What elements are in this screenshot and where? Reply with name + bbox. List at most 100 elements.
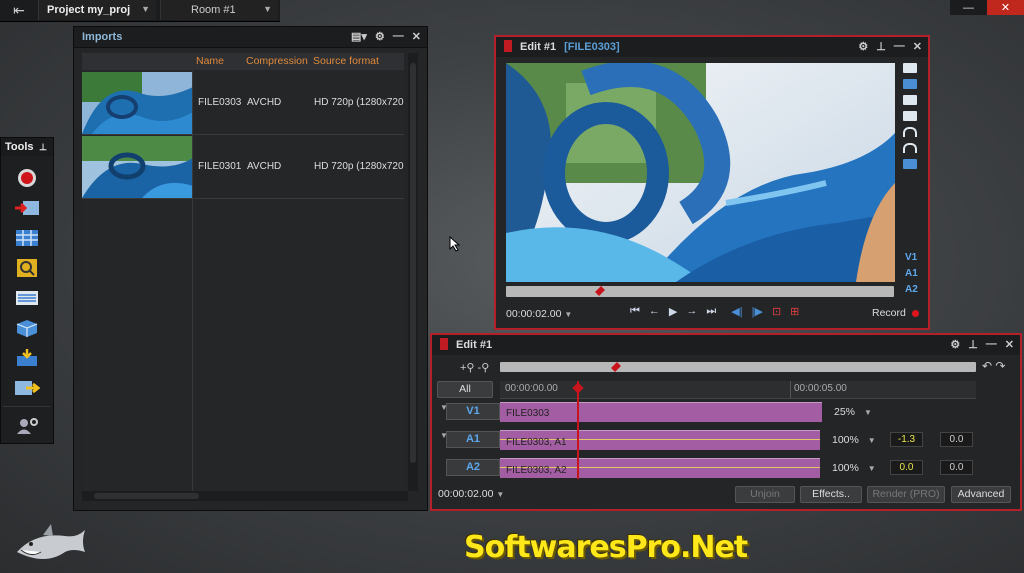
- video-preview[interactable]: [506, 63, 895, 282]
- gain-field-a1[interactable]: 0.0: [940, 432, 973, 447]
- track-header-a2[interactable]: A2: [446, 459, 500, 476]
- thumbnail: [82, 72, 193, 134]
- minimize-icon[interactable]: —: [894, 40, 905, 53]
- cube-icon[interactable]: [14, 318, 40, 338]
- effects-button[interactable]: Effects..: [800, 486, 862, 503]
- view-mode-icon[interactable]: ▤▾: [351, 30, 367, 43]
- settings-icon[interactable]: ⚙: [375, 30, 385, 43]
- go-start-icon[interactable]: ⏮: [630, 305, 640, 318]
- imports-header: Name Compression Source format: [82, 53, 404, 70]
- mouse-cursor-icon: [449, 236, 461, 252]
- input-icon[interactable]: [14, 198, 40, 218]
- step-back-icon[interactable]: ←: [649, 305, 660, 318]
- viewer-timecode[interactable]: 00:00:02.00 ▼: [506, 308, 572, 320]
- viewer-side-toolbar: [903, 63, 921, 175]
- settings-icon[interactable]: ⚙: [858, 40, 868, 53]
- pin-icon[interactable]: ⊥: [968, 338, 978, 351]
- go-end-icon[interactable]: ⏭: [706, 305, 716, 318]
- track-header-a1[interactable]: A1: [446, 431, 500, 448]
- playhead-marker[interactable]: [595, 286, 605, 296]
- window-icon[interactable]: [903, 111, 917, 121]
- fullscreen-icon[interactable]: [903, 95, 917, 105]
- video-clip[interactable]: FILE0303: [500, 402, 822, 422]
- prev-edit-icon[interactable]: ◀|: [731, 305, 742, 318]
- top-bar: ⇤ Project my_proj ▼ Room #1 ▼: [0, 0, 280, 22]
- list-item[interactable]: FILE0301 AVCHD HD 720p (1280x720: [82, 135, 404, 199]
- exit-icon[interactable]: ⇤: [4, 0, 34, 20]
- timeline-overview-bar[interactable]: [500, 362, 976, 372]
- settings-icon[interactable]: ⚙: [950, 338, 960, 351]
- unjoin-button[interactable]: Unjoin: [735, 486, 795, 503]
- close-button[interactable]: ✕: [987, 0, 1024, 15]
- col-source-format[interactable]: Source format: [313, 53, 403, 70]
- bookmark-icon: [440, 338, 448, 350]
- pan-field-a2[interactable]: 0.0: [890, 460, 923, 475]
- bookmark-icon: [504, 40, 512, 52]
- timeline-timecode[interactable]: 00:00:02.00 ▼: [438, 488, 504, 500]
- mark-out-icon[interactable]: [903, 143, 917, 153]
- step-forward-icon[interactable]: →: [686, 305, 697, 318]
- close-icon[interactable]: ✕: [412, 30, 421, 43]
- watermark-text: SoftwaresPro.Net: [464, 530, 748, 565]
- pin-icon[interactable]: ⊥: [39, 142, 47, 153]
- render-button[interactable]: Render (PRO): [867, 486, 945, 503]
- insert-icon[interactable]: ⊡: [772, 305, 781, 318]
- play-icon[interactable]: ▶: [669, 305, 677, 318]
- export-icon[interactable]: [14, 378, 40, 398]
- close-icon[interactable]: ✕: [913, 40, 922, 53]
- upload-icon[interactable]: [903, 159, 917, 169]
- advanced-button[interactable]: Advanced: [951, 486, 1011, 503]
- col-compression[interactable]: Compression: [246, 53, 313, 70]
- horizontal-scrollbar[interactable]: [82, 491, 408, 501]
- undo-icon[interactable]: ↶: [982, 359, 992, 373]
- pan-field-a1[interactable]: -1.3: [890, 432, 923, 447]
- record-button[interactable]: Record: [872, 307, 919, 319]
- user-settings-icon[interactable]: [14, 416, 40, 436]
- close-icon[interactable]: ✕: [1005, 338, 1014, 351]
- zoom-in-icon[interactable]: +⚲: [460, 362, 474, 374]
- layout-icon[interactable]: [903, 79, 917, 89]
- viewer-title: Edit #1: [520, 41, 557, 53]
- playhead-marker[interactable]: [611, 362, 621, 372]
- track-label-a1[interactable]: A1: [905, 268, 918, 279]
- redo-icon[interactable]: ↷: [995, 359, 1005, 373]
- zoom-out-icon[interactable]: -⚲: [478, 362, 490, 374]
- render-icon[interactable]: [14, 348, 40, 368]
- audio-clip-a2[interactable]: FILE0303, A2: [500, 458, 820, 478]
- minimize-button[interactable]: —: [950, 0, 987, 15]
- track-header-v1[interactable]: V1: [446, 403, 500, 420]
- folder-icon[interactable]: [903, 63, 917, 73]
- overwrite-icon[interactable]: ⊞: [790, 305, 799, 318]
- room-selector[interactable]: Room #1 ▼: [160, 0, 278, 20]
- track-level-a1[interactable]: 100% ▼: [832, 434, 876, 446]
- viewer-scrubber[interactable]: [506, 286, 894, 297]
- col-name[interactable]: Name: [196, 53, 246, 70]
- edit-icon[interactable]: [14, 228, 40, 248]
- vertical-scrollbar[interactable]: [408, 53, 418, 491]
- minimize-icon[interactable]: —: [986, 338, 997, 351]
- chevron-down-icon: ▼: [867, 464, 876, 473]
- mark-in-icon[interactable]: [903, 127, 917, 137]
- next-edit-icon[interactable]: |▶: [752, 305, 763, 318]
- imports-title: Imports: [82, 31, 123, 43]
- project-selector[interactable]: Project my_proj ▼: [38, 0, 156, 20]
- record-dot-icon: [911, 309, 919, 317]
- timeline-ruler[interactable]: 00:00:00.00 00:00:05.00: [500, 381, 976, 399]
- track-label-v1[interactable]: V1: [905, 252, 917, 263]
- audio-clip-a1[interactable]: FILE0303, A1: [500, 430, 820, 450]
- record-icon[interactable]: [14, 168, 40, 188]
- all-tracks-button[interactable]: All: [437, 381, 493, 398]
- track-label-a2[interactable]: A2: [905, 284, 918, 295]
- shark-logo: [17, 524, 85, 559]
- minimize-icon[interactable]: —: [393, 30, 404, 43]
- source-format: HD 720p (1280x720: [314, 97, 404, 108]
- playhead-line[interactable]: [577, 381, 579, 479]
- pin-icon[interactable]: ⊥: [876, 40, 886, 53]
- search-icon[interactable]: [14, 258, 40, 278]
- list-item[interactable]: FILE0303 AVCHD HD 720p (1280x720: [82, 71, 404, 135]
- gain-field-a2[interactable]: 0.0: [940, 460, 973, 475]
- chevron-down-icon: ▼: [496, 490, 505, 499]
- track-level-v1[interactable]: 25% ▼: [834, 406, 872, 418]
- table-icon[interactable]: [14, 288, 40, 308]
- track-level-a2[interactable]: 100% ▼: [832, 462, 876, 474]
